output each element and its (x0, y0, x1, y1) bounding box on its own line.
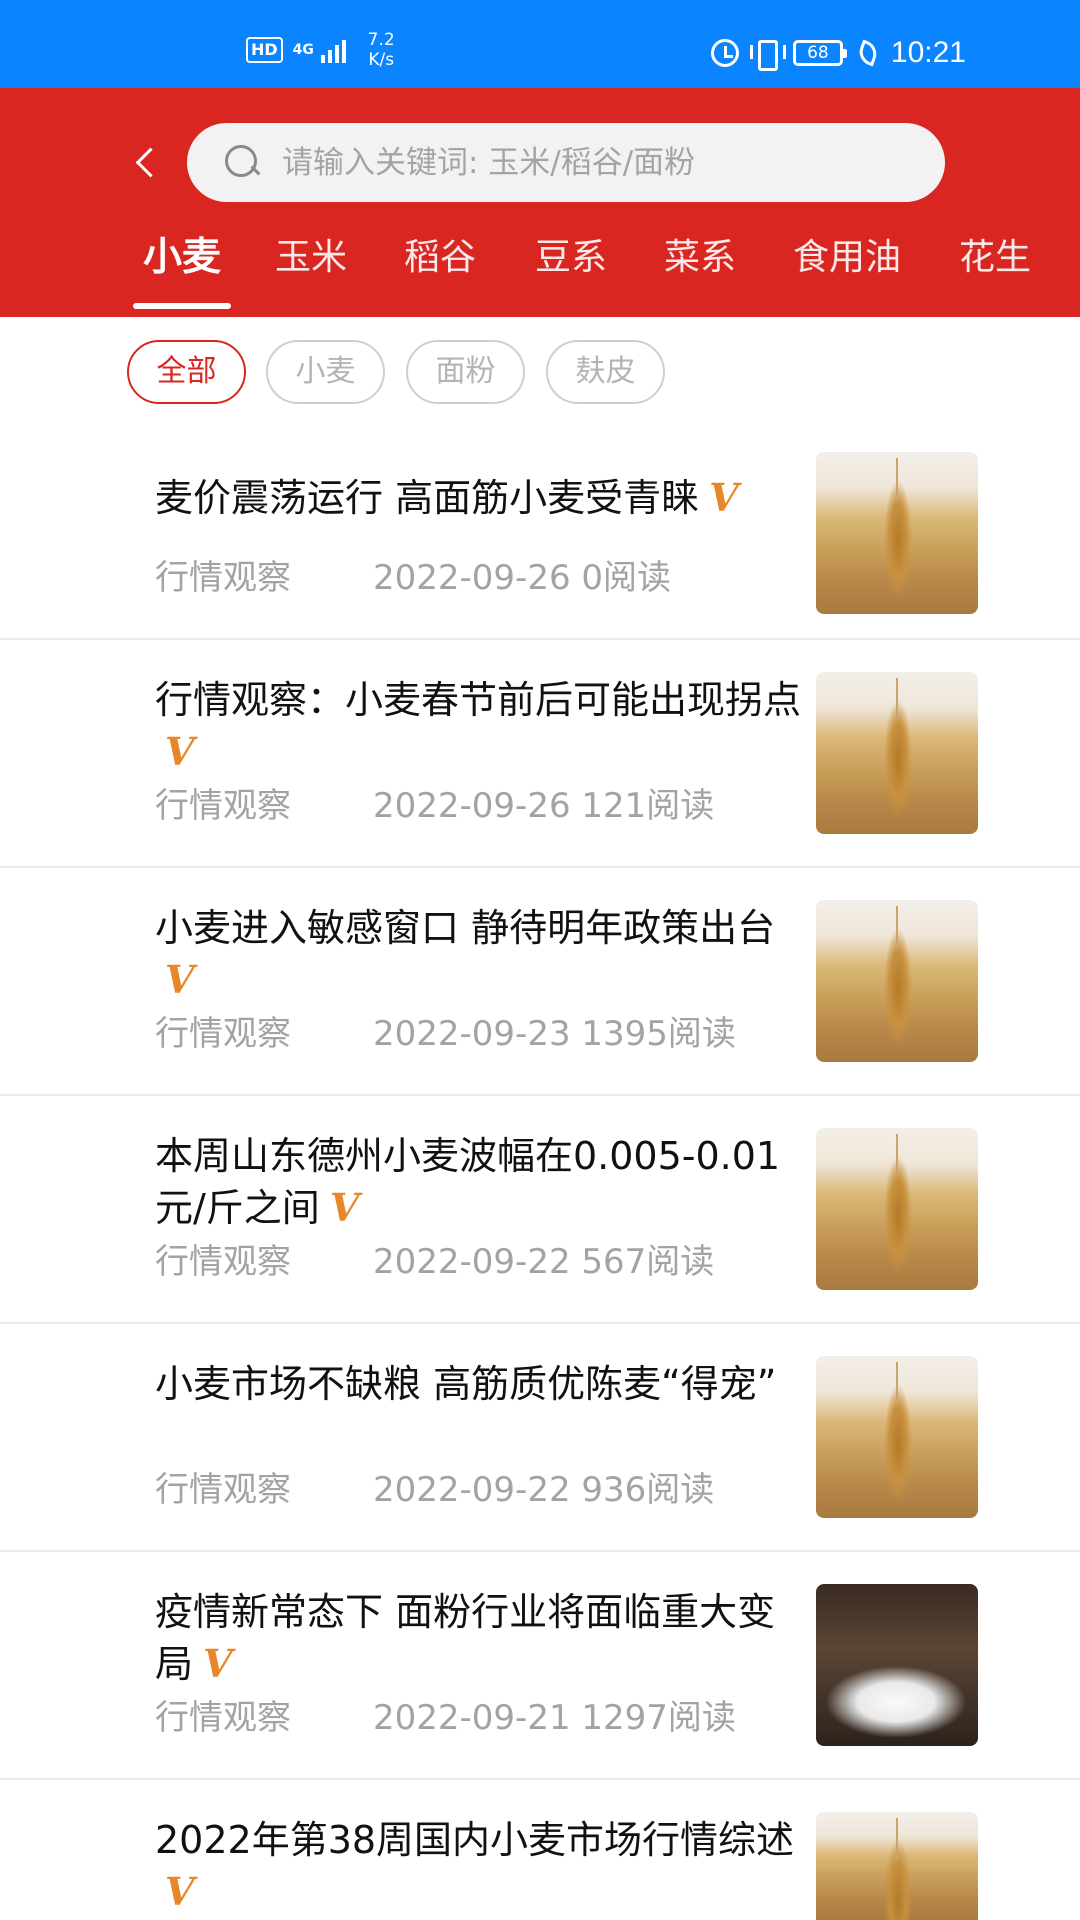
article-reads: 936阅读 (581, 1470, 715, 1510)
active-tab-indicator (133, 303, 231, 309)
article-date: 2022-09-22 (373, 1242, 571, 1282)
article-date: 2022-09-26 (373, 786, 571, 826)
list-item[interactable]: 麦价震荡运行 高面筋小麦受青睐 V 行情观察 2022-09-26 0阅读 (0, 430, 1080, 640)
list-item[interactable]: 小麦进入敏感窗口 静待明年政策出台 V 行情观察 2022-09-23 1395阅读 (0, 868, 1080, 1096)
article-title-text: 小麦进入敏感窗口 静待明年政策出台 (155, 906, 776, 950)
article-source: 行情观察 (155, 786, 291, 826)
article-source: 行情观察 (155, 1242, 291, 1282)
article-thumbnail (816, 672, 978, 834)
article-title-text: 本周山东德州小麦波幅在0.005-0.01元/斤之间 (155, 1134, 781, 1230)
article-source: 行情观察 (155, 1470, 291, 1510)
leaf-icon (855, 39, 881, 67)
network-speed-value: 7.2 (367, 30, 395, 50)
battery-icon: 68 (792, 40, 847, 66)
verified-badge: V (165, 1869, 195, 1914)
article-source: 行情观察 (155, 558, 291, 598)
article-reads: 0阅读 (581, 558, 672, 598)
status-right: 68 10:21 (710, 36, 966, 71)
article-meta: 行情观察 2022-09-26 121阅读 (155, 778, 714, 827)
search-input[interactable] (282, 123, 922, 202)
tab-rapeseed[interactable]: 菜系 (664, 228, 736, 317)
tab-beans[interactable]: 豆系 (535, 228, 607, 317)
list-item[interactable]: 2022年第38周国内小麦市场行情综述 V (0, 1780, 1080, 1920)
article-reads: 1395阅读 (581, 1014, 736, 1054)
article-title-text: 2022年第38周国内小麦市场行情综述 (155, 1818, 795, 1862)
article-reads: 121阅读 (581, 786, 715, 826)
verified-badge: V (203, 1641, 233, 1686)
clock: 10:21 (890, 36, 966, 69)
article-source: 行情观察 (155, 1698, 291, 1738)
list-item[interactable]: 本周山东德州小麦波幅在0.005-0.01元/斤之间 V 行情观察 2022-09-… (0, 1096, 1080, 1324)
alarm-icon (710, 39, 739, 67)
network-speed: 7.2 K/s (368, 30, 395, 70)
article-meta: 行情观察 2022-09-22 936阅读 (155, 1462, 714, 1511)
hd-icon: HD (246, 37, 283, 63)
article-thumbnail (816, 1128, 978, 1290)
article-meta: 行情观察 2022-09-21 1297阅读 (155, 1690, 736, 1739)
article-title: 2022年第38周国内小麦市场行情综述 V (155, 1814, 805, 1918)
article-date: 2022-09-26 (373, 558, 571, 598)
article-date: 2022-09-22 (373, 1470, 571, 1510)
signal-icon (320, 37, 346, 63)
tab-rice[interactable]: 稻谷 (404, 228, 476, 317)
status-left: HD 4G 7.2 K/s (246, 30, 395, 70)
article-title: 行情观察：小麦春节前后可能出现拐点 V (155, 674, 805, 778)
article-title: 麦价震荡运行 高面筋小麦受青睐 V (155, 472, 805, 524)
article-title-text: 疫情新常态下 面粉行业将面临重大变局 (155, 1590, 776, 1686)
article-meta: 行情观察 2022-09-26 0阅读 (155, 550, 671, 599)
article-title: 小麦市场不缺粮 高筋质优陈麦“得宠” (155, 1358, 805, 1410)
article-reads: 567阅读 (581, 1242, 715, 1282)
verified-badge: V (329, 1185, 360, 1230)
filter-chips: 全部 小麦 面粉 麸皮 (0, 340, 1080, 406)
article-reads: 1297阅读 (581, 1698, 736, 1738)
article-title-text: 麦价震荡运行 高面筋小麦受青睐 (155, 476, 700, 520)
article-title-text: 行情观察：小麦春节前后可能出现拐点 (155, 678, 802, 722)
tab-peanut[interactable]: 花生 (959, 228, 1031, 317)
filter-chip-wheat[interactable]: 小麦 (266, 340, 385, 404)
filter-chip-all[interactable]: 全部 (127, 340, 246, 404)
verified-badge: V (165, 957, 195, 1002)
article-thumbnail (816, 1356, 978, 1518)
list-item[interactable]: 疫情新常态下 面粉行业将面临重大变局 V 行情观察 2022-09-21 1297阅… (0, 1552, 1080, 1780)
article-thumbnail (816, 1584, 978, 1746)
tab-corn[interactable]: 玉米 (275, 228, 347, 317)
article-date: 2022-09-23 (373, 1014, 571, 1054)
verified-badge: V (709, 475, 739, 520)
tab-edible-oil[interactable]: 食用油 (793, 228, 901, 317)
list-item[interactable]: 小麦市场不缺粮 高筋质优陈麦“得宠” 行情观察 2022-09-22 936阅读 (0, 1324, 1080, 1552)
app-header: 小麦 玉米 稻谷 豆系 菜系 食用油 花生 (0, 88, 1080, 317)
vibrate-icon (749, 39, 786, 71)
article-thumbnail (816, 1812, 978, 1920)
article-title-text: 小麦市场不缺粮 高筋质优陈麦“得宠” (155, 1362, 777, 1406)
filter-chip-flour[interactable]: 面粉 (406, 340, 525, 404)
filter-chip-bran[interactable]: 麸皮 (546, 340, 665, 404)
article-thumbnail (816, 900, 978, 1062)
article-date: 2022-09-21 (373, 1698, 571, 1738)
network-speed-unit: K/s (368, 50, 395, 70)
search-icon (225, 145, 261, 181)
verified-badge: V (165, 729, 195, 774)
article-meta: 行情观察 2022-09-23 1395阅读 (155, 1006, 736, 1055)
back-icon[interactable] (132, 142, 162, 182)
article-thumbnail (816, 452, 978, 614)
article-title: 疫情新常态下 面粉行业将面临重大变局 V (155, 1586, 805, 1690)
list-item[interactable]: 行情观察：小麦春节前后可能出现拐点 V 行情观察 2022-09-26 121阅读 (0, 640, 1080, 868)
article-meta: 行情观察 2022-09-22 567阅读 (155, 1234, 714, 1283)
status-bar: HD 4G 7.2 K/s 68 10:21 (0, 0, 1080, 88)
search-bar[interactable] (187, 123, 945, 202)
article-source: 行情观察 (155, 1014, 291, 1054)
article-title: 本周山东德州小麦波幅在0.005-0.01元/斤之间 V (155, 1130, 805, 1234)
network-type: 4G (292, 42, 314, 58)
article-title: 小麦进入敏感窗口 静待明年政策出台 V (155, 902, 805, 1006)
